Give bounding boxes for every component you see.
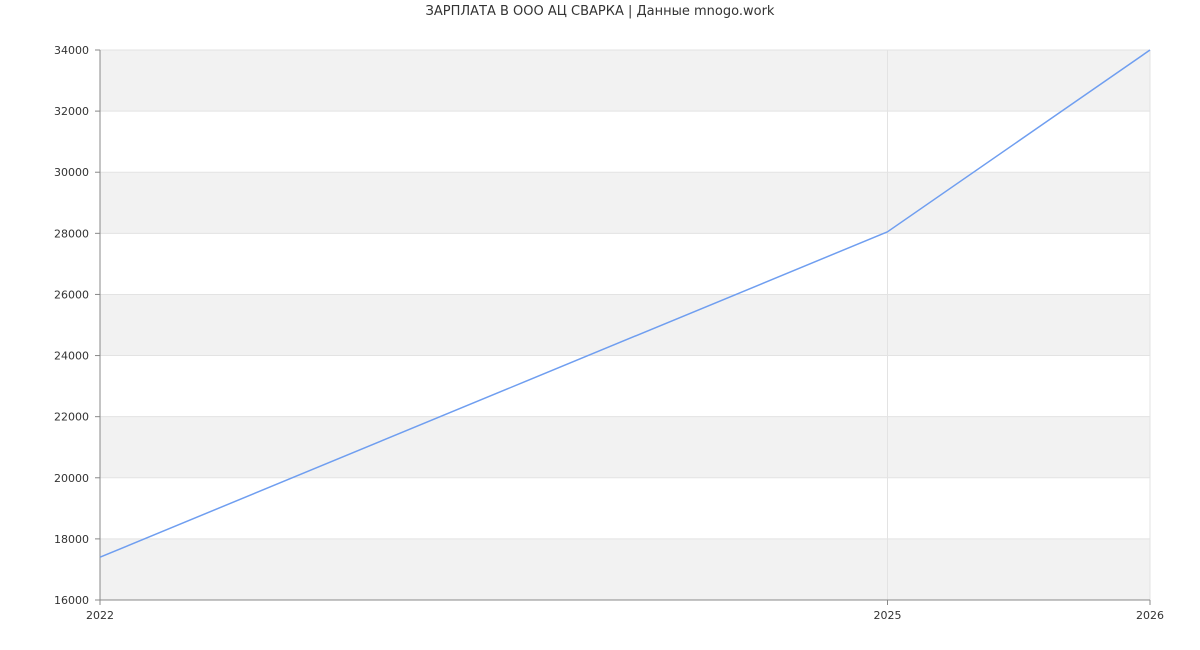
x-tick-label: 2022 (86, 609, 114, 622)
x-tick-label: 2025 (874, 609, 902, 622)
y-tick-label: 18000 (54, 533, 89, 546)
y-tick-label: 22000 (54, 411, 89, 424)
y-tick-label: 32000 (54, 105, 89, 118)
y-tick-label: 20000 (54, 472, 89, 485)
y-tick-label: 30000 (54, 166, 89, 179)
chart-container: ЗАРПЛАТА В ООО АЦ СВАРКА | Данные mnogo.… (0, 0, 1200, 650)
grid-band (100, 172, 1150, 234)
x-tick-label: 2026 (1136, 609, 1164, 622)
grid-band (100, 416, 1150, 478)
y-tick-label: 16000 (54, 594, 89, 607)
y-tick-label: 26000 (54, 288, 89, 301)
grid-band (100, 294, 1150, 356)
grid-band (100, 538, 1150, 600)
grid-band (100, 50, 1150, 112)
y-tick-label: 24000 (54, 350, 89, 363)
y-tick-label: 34000 (54, 44, 89, 57)
line-chart: 16000 18000 20000 22000 24000 26000 28000 30000… (54, 44, 1164, 622)
y-tick-label: 28000 (54, 227, 89, 240)
